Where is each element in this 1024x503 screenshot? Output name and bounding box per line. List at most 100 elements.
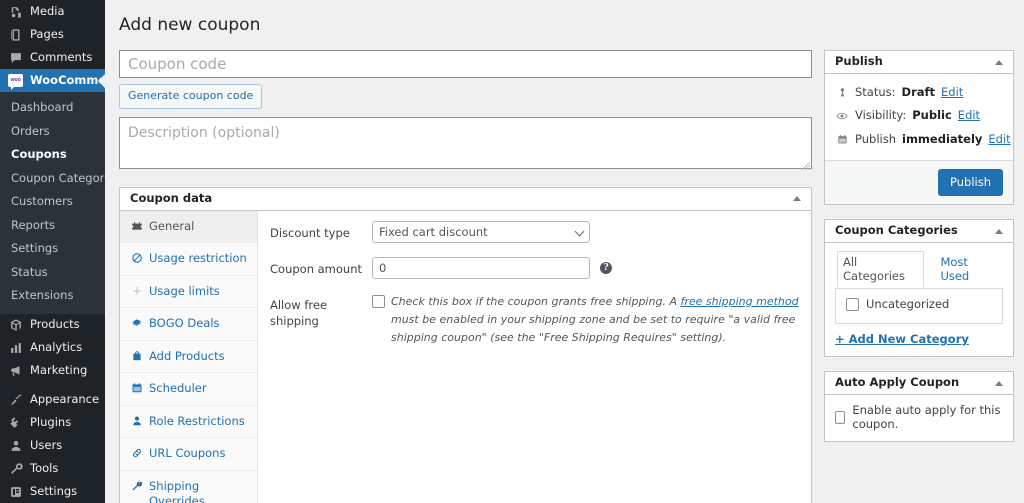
submenu-label: Coupon Categories xyxy=(11,170,105,185)
plus-icon xyxy=(130,285,143,297)
submenu-item-settings[interactable]: Settings xyxy=(0,237,105,261)
comments-icon xyxy=(8,50,23,65)
tab-url-coupons[interactable]: URL Coupons xyxy=(120,438,257,471)
submenu-item-dashboard[interactable]: Dashboard xyxy=(0,96,105,120)
free-shipping-method-link[interactable]: free shipping method xyxy=(680,295,798,308)
wrench-icon xyxy=(130,479,143,492)
submenu-label: Status xyxy=(11,264,48,279)
coupon-code-wrap: Generate coupon code xyxy=(119,50,812,109)
coupon-data-tabs: General Usage restriction Usage limits B… xyxy=(120,210,258,503)
auto-apply-body[interactable]: Enable auto apply for this coupon. xyxy=(825,395,1013,441)
toggle-panel-icon[interactable] xyxy=(995,59,1003,65)
generate-coupon-code-button[interactable]: Generate coupon code xyxy=(119,84,263,109)
submenu-item-coupons[interactable]: Coupons xyxy=(0,143,105,167)
submenu-item-orders[interactable]: Orders xyxy=(0,120,105,144)
tab-shipping-overrides[interactable]: Shipping Overrides xyxy=(120,471,257,503)
coupon-data-body: General Usage restriction Usage limits B… xyxy=(120,210,811,503)
coupon-amount-input[interactable] xyxy=(372,256,590,279)
tab-all-categories[interactable]: All Categories xyxy=(837,251,925,289)
tag-stack-icon xyxy=(130,317,143,329)
add-new-category-link[interactable]: + Add New Category xyxy=(835,332,969,346)
help-tip-icon[interactable]: ? xyxy=(600,261,612,274)
coupon-categories-title: Coupon Categories xyxy=(835,223,958,238)
publish-button[interactable]: Publish xyxy=(938,168,1003,197)
free-shipping-checkbox[interactable] xyxy=(372,294,385,308)
publish-visibility-value: Public xyxy=(912,108,952,123)
auto-apply-header: Auto Apply Coupon xyxy=(825,372,1013,396)
tab-label: General xyxy=(149,218,195,233)
auto-apply-label: Enable auto apply for this coupon. xyxy=(852,403,1001,432)
submenu-item-coupon-categories[interactable]: Coupon Categories xyxy=(0,167,105,191)
sidebar-item-marketing[interactable]: Marketing xyxy=(0,360,105,383)
publish-box-title: Publish xyxy=(835,54,883,69)
submenu-item-reports[interactable]: Reports xyxy=(0,214,105,238)
sidebar-item-label: Comments xyxy=(30,49,93,64)
discount-type-field: Discount type Fixed cart discount xyxy=(270,220,799,243)
free-shipping-description: Check this box if the coupon grants free… xyxy=(391,293,799,347)
sidebar-item-users[interactable]: Users xyxy=(0,435,105,458)
sidebar-item-settings[interactable]: Settings xyxy=(0,481,105,503)
submenu-label: Reports xyxy=(11,217,56,232)
sidebar-item-appearance[interactable]: Appearance xyxy=(0,389,105,412)
pages-icon xyxy=(8,27,23,42)
sidebar-item-plugins[interactable]: Plugins xyxy=(0,412,105,435)
toggle-panel-icon[interactable] xyxy=(995,228,1003,234)
sidebar-item-media[interactable]: Media xyxy=(0,0,105,23)
tab-usage-limits[interactable]: Usage limits xyxy=(120,276,257,309)
toggle-panel-icon[interactable] xyxy=(995,380,1003,386)
coupon-data-title: Coupon data xyxy=(130,190,213,205)
publish-schedule-value: immediately xyxy=(902,131,983,146)
category-checkbox[interactable] xyxy=(846,297,859,311)
edit-visibility-link[interactable]: Edit xyxy=(958,107,980,124)
coupon-description-textarea[interactable] xyxy=(119,116,812,169)
woocommerce-submenu: Dashboard Orders Coupons Coupon Categori… xyxy=(0,92,105,314)
tab-scheduler[interactable]: Scheduler xyxy=(120,373,257,406)
tab-role-restrictions[interactable]: Role Restrictions xyxy=(120,406,257,439)
category-item-uncategorized[interactable]: Uncategorized xyxy=(846,297,994,311)
toggle-panel-icon[interactable] xyxy=(793,196,801,202)
submenu-item-extensions[interactable]: Extensions xyxy=(0,284,105,308)
edit-status-link[interactable]: Edit xyxy=(941,84,963,101)
sidebar-item-label: Appearance xyxy=(30,392,100,407)
sidebar-postboxes: Publish Status: Draft Edit Visibility: P… xyxy=(824,50,1014,456)
marketing-icon xyxy=(8,364,23,379)
submenu-item-status[interactable]: Status xyxy=(0,261,105,285)
allow-free-shipping-label: Allow free shipping xyxy=(270,297,328,328)
submenu-item-customers[interactable]: Customers xyxy=(0,190,105,214)
publish-box-body: Status: Draft Edit Visibility: Public Ed… xyxy=(825,74,1013,160)
tab-general[interactable]: General xyxy=(120,210,257,244)
submenu-label: Coupons xyxy=(11,147,67,162)
edit-schedule-link[interactable]: Edit xyxy=(988,131,1010,148)
sidebar-item-tools[interactable]: Tools xyxy=(0,458,105,481)
category-tabs: All Categories Most Used xyxy=(835,251,1003,290)
coupon-description-wrap xyxy=(119,116,812,173)
free-shipping-checkbox-row: Check this box if the coupon grants free… xyxy=(372,293,799,347)
discount-type-select[interactable]: Fixed cart discount xyxy=(372,220,590,243)
publish-actions: Publish xyxy=(825,159,1013,205)
tab-label: Role Restrictions xyxy=(149,413,245,428)
submenu-label: Settings xyxy=(11,241,59,256)
tab-most-used[interactable]: Most Used xyxy=(934,251,1003,288)
coupon-amount-label: Coupon amount xyxy=(270,261,363,276)
sidebar-item-pages[interactable]: Pages xyxy=(0,23,105,46)
sidebar-item-woocommerce[interactable]: woo WooCommerce xyxy=(0,69,105,92)
tab-bogo-deals[interactable]: BOGO Deals xyxy=(120,308,257,341)
coupon-code-input[interactable] xyxy=(119,50,812,79)
discount-type-label: Discount type xyxy=(270,225,350,240)
auto-apply-checkbox[interactable] xyxy=(835,410,846,424)
woocommerce-icon: woo xyxy=(8,74,23,90)
tab-add-products[interactable]: Add Products xyxy=(120,341,257,374)
sidebar-item-analytics[interactable]: Analytics xyxy=(0,337,105,360)
publish-status-value: Draft xyxy=(901,85,936,100)
tab-usage-restriction[interactable]: Usage restriction xyxy=(120,243,257,276)
sidebar-item-products[interactable]: Products xyxy=(0,314,105,337)
sidebar-item-comments[interactable]: Comments xyxy=(0,46,105,69)
tab-label: Usage limits xyxy=(149,283,220,298)
free-shipping-desc-part2: must be enabled in your shipping zone an… xyxy=(391,312,796,344)
page-title: Add new coupon xyxy=(119,15,261,35)
sidebar-item-label: Products xyxy=(30,317,80,332)
sidebar-item-label: Settings xyxy=(30,484,78,499)
submenu-label: Extensions xyxy=(11,288,74,303)
coupon-data-postbox: Coupon data General Usage restriction Us… xyxy=(119,186,812,503)
settings-icon xyxy=(8,485,23,500)
